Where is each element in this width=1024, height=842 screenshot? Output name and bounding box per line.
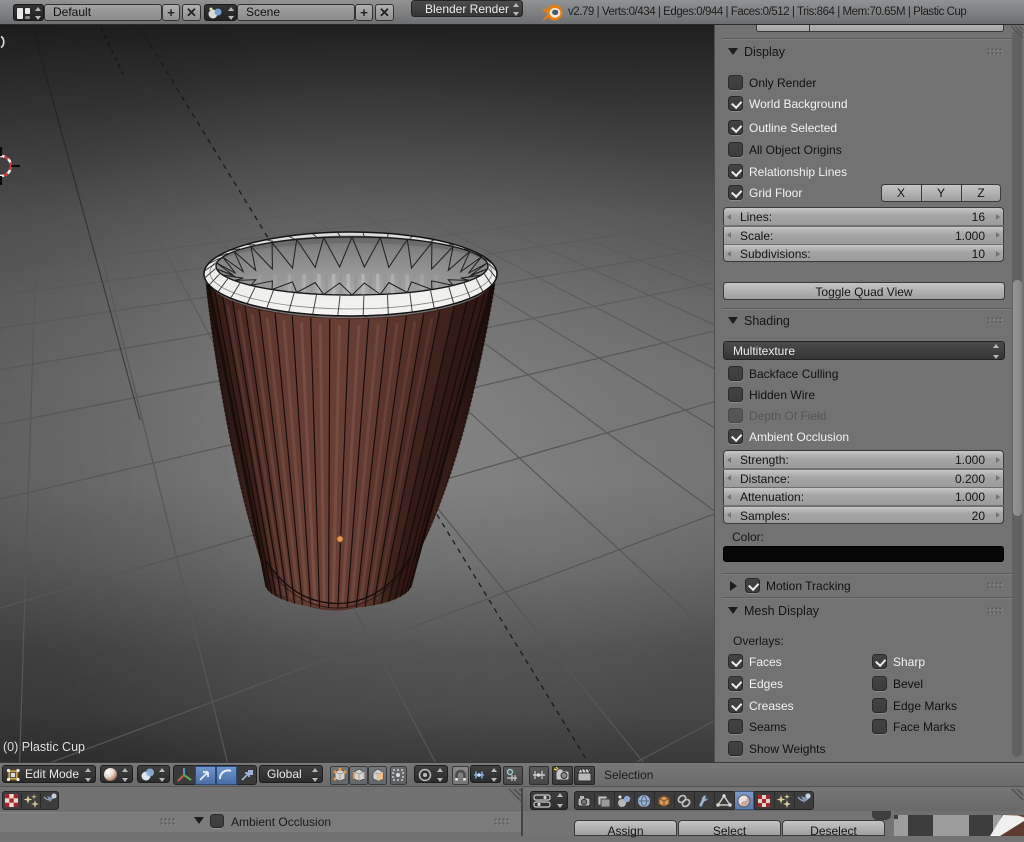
svg-text:(0) Plastic Cup: (0) Plastic Cup xyxy=(3,740,85,754)
